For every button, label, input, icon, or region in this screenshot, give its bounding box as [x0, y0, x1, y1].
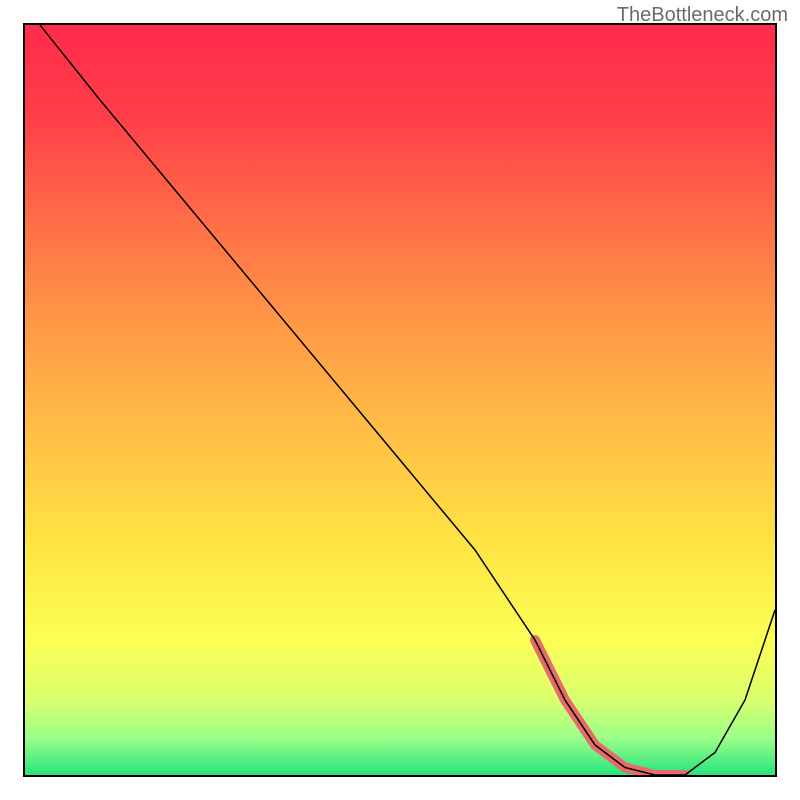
highlight-segment: [535, 640, 685, 775]
chart-overlay: [25, 25, 775, 775]
plot-area: [23, 23, 777, 777]
watermark-text: TheBottleneck.com: [617, 4, 788, 27]
bottleneck-curve: [40, 25, 775, 775]
